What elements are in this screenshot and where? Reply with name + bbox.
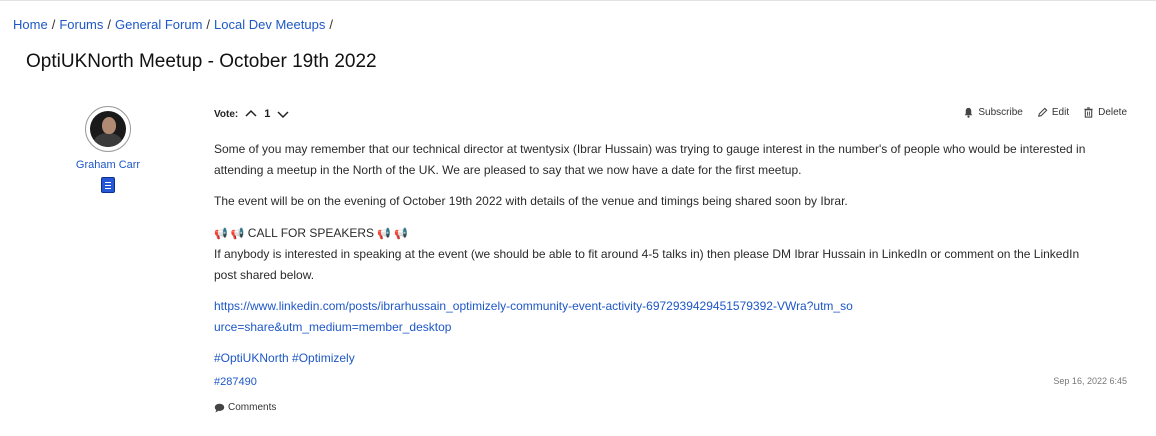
comments-button[interactable]: Comments <box>214 402 276 413</box>
upvote-chevron-up-icon[interactable] <box>244 107 258 121</box>
avatar[interactable] <box>85 106 131 152</box>
vote-label: Vote: <box>214 108 239 120</box>
breadcrumb-separator: / <box>51 17 56 32</box>
badge-icon <box>101 177 115 193</box>
vote-control: Vote: 1 <box>214 107 290 121</box>
post-paragraph: If anybody is interested in speaking at … <box>214 247 1080 282</box>
subscribe-button[interactable]: Subscribe <box>963 107 1023 118</box>
megaphone-icon: 📢 📢 <box>214 227 245 240</box>
subscribe-label: Subscribe <box>978 107 1023 118</box>
breadcrumb-separator: / <box>329 17 333 32</box>
post-paragraph: The event will be on the evening of Octo… <box>214 194 848 208</box>
delete-button[interactable]: Delete <box>1083 107 1127 118</box>
linkedin-post-link[interactable]: https://www.linkedin.com/posts/ibrarhuss… <box>214 299 853 334</box>
bell-icon <box>965 107 973 118</box>
author-name-link[interactable]: Graham Carr <box>67 159 149 171</box>
post-paragraph: Some of you may remember that our techni… <box>214 142 1086 177</box>
breadcrumb-forums[interactable]: Forums <box>59 17 103 32</box>
edit-label: Edit <box>1051 107 1070 118</box>
edit-button[interactable]: Edit <box>1037 107 1069 118</box>
post-body: Some of you may remember that our techni… <box>214 139 1094 380</box>
comment-icon <box>214 403 225 413</box>
breadcrumb-home[interactable]: Home <box>13 17 48 32</box>
breadcrumb-separator: / <box>107 17 111 32</box>
pencil-icon <box>1037 107 1048 117</box>
page-title: OptiUKNorth Meetup - October 19th 2022 <box>26 51 377 72</box>
user-avatar-icon <box>90 111 126 147</box>
post-date: Sep 16, 2022 6:45 <box>1053 376 1127 386</box>
breadcrumb: Home / Forums / General Forum / Local Dev Meet… <box>13 17 337 32</box>
call-for-speakers-heading: CALL FOR SPEAKERS <box>247 225 375 240</box>
delete-label: Delete <box>1098 107 1127 118</box>
top-divider <box>0 0 1156 1</box>
downvote-chevron-down-icon[interactable] <box>276 107 290 121</box>
comments-label: Comments <box>228 402 277 413</box>
post-actions: Subscribe Edit Delete <box>949 107 1127 118</box>
call-for-speakers: 📢 📢 CALL FOR SPEAKERS 📢 📢 If anybody is … <box>214 223 1094 286</box>
post-id-link[interactable]: #287490 <box>214 376 257 388</box>
megaphone-icon: 📢 📢 <box>377 227 408 240</box>
breadcrumb-separator: / <box>206 17 211 32</box>
breadcrumb-general-forum[interactable]: General Forum <box>115 17 202 32</box>
vote-count: 1 <box>264 108 271 120</box>
hashtags-link[interactable]: #OptiUKNorth #Optimizely <box>214 351 355 365</box>
breadcrumb-local-dev-meetups[interactable]: Local Dev Meetups <box>214 17 325 32</box>
author-panel: Graham Carr <box>67 106 149 193</box>
trash-icon <box>1084 107 1093 118</box>
